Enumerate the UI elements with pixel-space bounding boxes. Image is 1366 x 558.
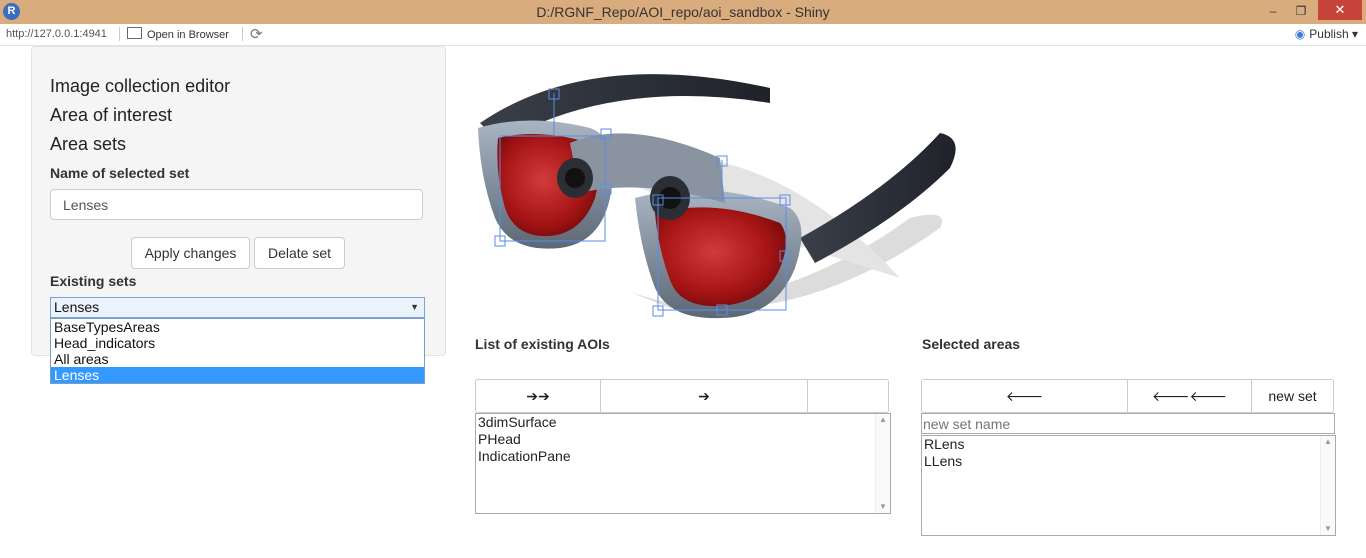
aoi-listbox[interactable]: 3dimSurface PHead IndicationPane ▲ ▼	[475, 413, 891, 514]
remove-one-button[interactable]: 🡐	[922, 380, 1128, 412]
option-basetypesareas[interactable]: BaseTypesAreas	[51, 319, 424, 335]
sidebar-panel: Image collection editor Area of interest…	[31, 46, 446, 384]
maximize-button[interactable]: ❐	[1288, 0, 1314, 22]
url-text: http://127.0.0.1:4941	[6, 28, 107, 40]
blank-button[interactable]	[808, 380, 888, 412]
viewer-toolbar: http://127.0.0.1:4941 Open in Browser ⟳ …	[0, 24, 1366, 46]
menu-image-collection-editor[interactable]: Image collection editor	[50, 76, 230, 97]
existing-sets-label: Existing sets	[50, 273, 137, 289]
chevron-down-icon: ▾	[1351, 27, 1358, 41]
list-item[interactable]: LLens	[922, 453, 1335, 470]
publish-button[interactable]: ◉ Publish ▾	[1295, 27, 1358, 41]
toolbar-divider	[242, 27, 243, 41]
selected-areas-label: Selected areas	[922, 336, 1021, 352]
publish-label: Publish	[1309, 27, 1349, 41]
list-item[interactable]: RLens	[922, 436, 1335, 453]
option-all-areas[interactable]: All areas	[51, 351, 424, 367]
selected-button-row: 🡐 🡐🡐 new set	[921, 379, 1334, 413]
scroll-up-icon[interactable]: ▲	[1324, 437, 1332, 446]
aoi-button-row: ➔➔ ➔	[475, 379, 889, 413]
list-item[interactable]: IndicationPane	[476, 448, 890, 465]
scroll-down-icon[interactable]: ▼	[879, 502, 887, 511]
scroll-up-icon[interactable]: ▲	[879, 415, 887, 424]
minimize-button[interactable]: –	[1260, 0, 1286, 22]
move-all-button[interactable]: ➔➔	[476, 380, 601, 412]
glasses-image	[478, 74, 956, 319]
toolbar-divider	[119, 27, 120, 41]
dropdown-arrow-icon: ▼	[410, 302, 419, 312]
open-in-browser-label: Open in Browser	[147, 29, 229, 41]
window-titlebar: R D:/RGNF_Repo/AOI_repo/aoi_sandbox - Sh…	[0, 0, 1366, 24]
menu-area-of-interest[interactable]: Area of interest	[50, 105, 172, 126]
scroll-down-icon[interactable]: ▼	[1324, 524, 1332, 533]
open-in-browser-button[interactable]: Open in Browser	[127, 27, 229, 41]
new-set-name-input[interactable]	[921, 413, 1335, 434]
remove-all-button[interactable]: 🡐🡐	[1128, 380, 1252, 412]
selected-listbox[interactable]: RLens LLens ▲ ▼	[921, 435, 1336, 536]
scrollbar[interactable]: ▲ ▼	[875, 414, 890, 513]
set-name-input[interactable]	[50, 189, 423, 220]
close-button[interactable]: ✕	[1318, 0, 1362, 20]
new-set-button[interactable]: new set	[1252, 380, 1333, 412]
option-head-indicators[interactable]: Head_indicators	[51, 335, 424, 351]
apply-changes-button[interactable]: Apply changes	[131, 237, 250, 269]
list-item[interactable]: 3dimSurface	[476, 414, 890, 431]
aoi-list-label: List of existing AOIs	[475, 336, 610, 352]
window-title: D:/RGNF_Repo/AOI_repo/aoi_sandbox - Shin…	[536, 4, 830, 20]
selected-set-value: Lenses	[54, 299, 100, 315]
move-one-button[interactable]: ➔	[601, 380, 808, 412]
scrollbar[interactable]: ▲ ▼	[1320, 436, 1335, 535]
publish-icon: ◉	[1294, 27, 1306, 41]
delete-set-button[interactable]: Delate set	[254, 237, 345, 269]
menu-area-sets[interactable]: Area sets	[50, 134, 126, 155]
existing-sets-options: BaseTypesAreas Head_indicators All areas…	[50, 318, 425, 384]
browser-icon	[127, 27, 142, 39]
set-name-label: Name of selected set	[50, 165, 190, 181]
refresh-icon[interactable]: ⟳	[250, 25, 263, 43]
existing-sets-select[interactable]: Lenses ▼	[50, 297, 425, 318]
list-item[interactable]: PHead	[476, 431, 890, 448]
option-lenses[interactable]: Lenses	[51, 367, 424, 383]
